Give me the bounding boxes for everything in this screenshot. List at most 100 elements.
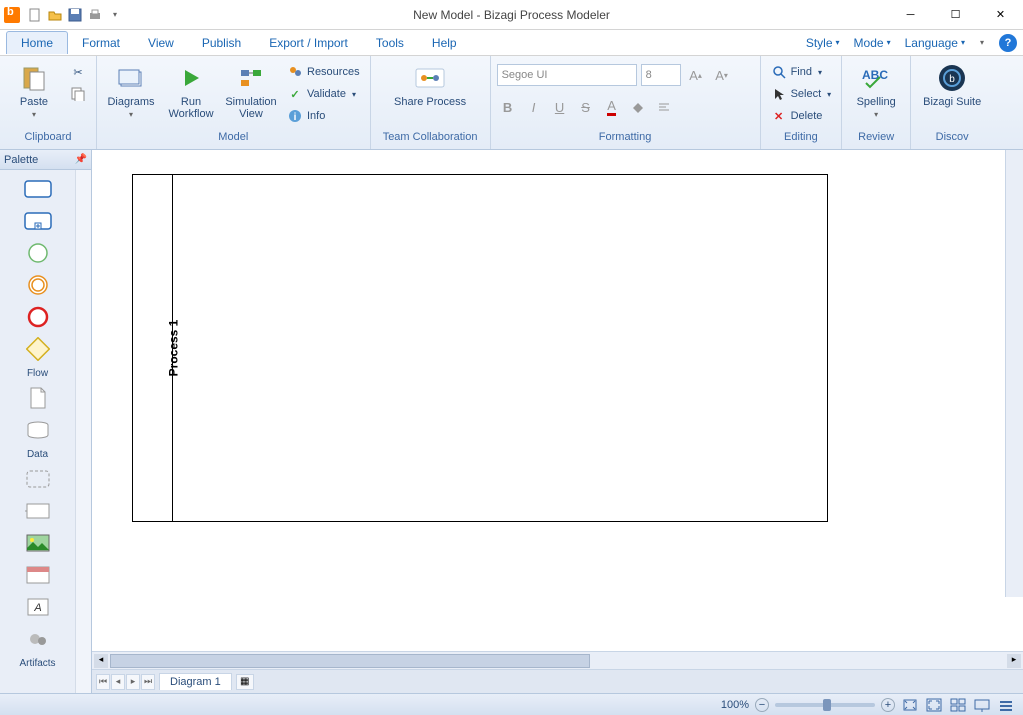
fit-page-icon[interactable]: [901, 697, 919, 713]
delete-icon: ✕: [771, 108, 787, 124]
bizagi-suite-button[interactable]: b Bizagi Suite: [917, 58, 987, 112]
grow-font-button[interactable]: A▴: [685, 64, 707, 86]
diagrams-button[interactable]: Diagrams ▾: [103, 58, 159, 123]
palette-data-store[interactable]: [18, 417, 58, 443]
presentation-icon[interactable]: [973, 697, 991, 713]
zoom-label: 100%: [721, 699, 749, 711]
canvas-horizontal-scrollbar[interactable]: ◂ ▸: [92, 651, 1023, 669]
strike-button[interactable]: S: [575, 96, 597, 118]
ribbon-group-formatting: A▴ A▾ B I U S A Formatting: [491, 56, 761, 149]
palette-task[interactable]: [18, 176, 58, 202]
diagram-tab-1[interactable]: Diagram 1: [159, 673, 232, 690]
palette-panel: Palette 📌 Flow Data A Artif: [0, 150, 92, 693]
tab-view[interactable]: View: [134, 32, 188, 54]
font-select[interactable]: [497, 64, 637, 86]
minimize-ribbon-icon[interactable]: ▾: [973, 34, 991, 52]
lane-header[interactable]: Process 1: [133, 175, 173, 521]
resources-icon: [287, 64, 303, 80]
delete-button[interactable]: ✕Delete: [767, 106, 836, 126]
tab-help[interactable]: Help: [418, 32, 471, 54]
style-dropdown[interactable]: Style: [800, 34, 846, 52]
run-workflow-button[interactable]: Run Workflow: [163, 58, 219, 124]
full-screen-icon[interactable]: [925, 697, 943, 713]
palette-group[interactable]: [18, 466, 58, 492]
palette-header: Palette 📌: [0, 150, 91, 170]
info-button[interactable]: iInfo: [283, 106, 364, 126]
zoom-in-button[interactable]: +: [881, 698, 895, 712]
zoom-out-button[interactable]: −: [755, 698, 769, 712]
palette-start-event[interactable]: [18, 240, 58, 266]
palette-annotation[interactable]: [18, 498, 58, 524]
cut-button[interactable]: ✂: [66, 62, 90, 82]
zoom-slider[interactable]: [775, 703, 875, 707]
close-button[interactable]: ✕: [978, 0, 1023, 30]
font-color-button[interactable]: A: [601, 96, 623, 118]
tab-home[interactable]: Home: [6, 31, 68, 54]
tab-export-import[interactable]: Export / Import: [255, 32, 362, 54]
canvas-vertical-scrollbar[interactable]: [1005, 150, 1023, 597]
tab-nav-next[interactable]: ▸: [126, 674, 140, 690]
copy-icon: [70, 86, 86, 102]
maximize-button[interactable]: ☐: [933, 0, 978, 30]
language-dropdown[interactable]: Language: [899, 34, 971, 52]
palette-gateway[interactable]: [18, 336, 58, 362]
simulation-view-button[interactable]: Simulation View: [223, 58, 279, 124]
palette-gears[interactable]: [18, 626, 58, 652]
app-icon[interactable]: [4, 7, 20, 23]
tab-tools[interactable]: Tools: [362, 32, 418, 54]
qat-dropdown-icon[interactable]: ▾: [106, 6, 124, 24]
pin-icon[interactable]: 📌: [75, 154, 87, 165]
bizagi-suite-icon: b: [936, 62, 968, 94]
tab-nav-prev[interactable]: ◂: [111, 674, 125, 690]
share-process-button[interactable]: Share Process: [385, 58, 475, 112]
select-button[interactable]: Select▾: [767, 84, 836, 104]
content-area: Palette 📌 Flow Data A Artif: [0, 150, 1023, 693]
pool[interactable]: Process 1: [132, 174, 828, 522]
minimize-button[interactable]: ─: [888, 0, 933, 30]
palette-subprocess[interactable]: [18, 208, 58, 234]
tab-publish[interactable]: Publish: [188, 32, 255, 54]
fill-color-button[interactable]: [627, 96, 649, 118]
canvas[interactable]: Process 1: [92, 150, 1023, 651]
tab-nav-last[interactable]: ⏭: [141, 674, 155, 690]
grid-icon[interactable]: [949, 697, 967, 713]
copy-button[interactable]: [66, 84, 90, 104]
palette-formatted-text[interactable]: A: [18, 594, 58, 620]
print-icon[interactable]: [86, 6, 104, 24]
new-diagram-tab[interactable]: ▦: [236, 674, 254, 690]
diagram-tabs: ⏮ ◂ ▸ ⏭ Diagram 1 ▦: [92, 669, 1023, 693]
find-icon: [771, 64, 787, 80]
font-size-select[interactable]: [641, 64, 681, 86]
resources-button[interactable]: Resources: [283, 62, 364, 82]
info-icon: i: [287, 108, 303, 124]
align-button[interactable]: [653, 96, 675, 118]
find-button[interactable]: Find▾: [767, 62, 836, 82]
save-icon[interactable]: [66, 6, 84, 24]
status-menu-icon[interactable]: [997, 697, 1015, 713]
ribbon-group-review: ABC Spelling ▾ Review: [842, 56, 911, 149]
help-icon[interactable]: ?: [999, 34, 1017, 52]
ribbon-group-editing: Find▾ Select▾ ✕Delete Editing: [761, 56, 843, 149]
shrink-font-button[interactable]: A▾: [711, 64, 733, 86]
spelling-button[interactable]: ABC Spelling ▾: [848, 58, 904, 123]
paste-button[interactable]: Paste ▾: [6, 58, 62, 123]
underline-button[interactable]: U: [549, 96, 571, 118]
italic-button[interactable]: I: [523, 96, 545, 118]
bold-button[interactable]: B: [497, 96, 519, 118]
tab-nav-first[interactable]: ⏮: [96, 674, 110, 690]
open-icon[interactable]: [46, 6, 64, 24]
palette-intermediate-event[interactable]: [18, 272, 58, 298]
new-icon[interactable]: [26, 6, 44, 24]
tab-format[interactable]: Format: [68, 32, 134, 54]
ribbon-tabs: Home Format View Publish Export / Import…: [0, 30, 1023, 56]
ribbon-group-clipboard: Paste ▾ ✂ Clipboard: [0, 56, 97, 149]
palette-end-event[interactable]: [18, 304, 58, 330]
palette-scrollbar[interactable]: [75, 170, 91, 693]
mode-dropdown[interactable]: Mode: [848, 34, 897, 52]
validate-button[interactable]: ✓Validate▾: [283, 84, 364, 104]
palette-header-widget[interactable]: [18, 562, 58, 588]
ribbon-group-team: Share Process Team Collaboration: [371, 56, 491, 149]
palette-image[interactable]: [18, 530, 58, 556]
palette-data-object[interactable]: [18, 385, 58, 411]
share-icon: [414, 62, 446, 94]
